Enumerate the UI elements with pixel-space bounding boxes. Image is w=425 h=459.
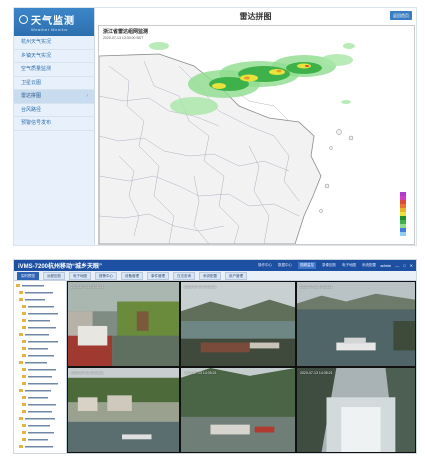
sidebar-item-warning[interactable]: 预警信号发布: [14, 117, 94, 131]
logo-subtitle: Weather Monitor: [31, 27, 68, 32]
camera-view-5[interactable]: 2020-07-13 14:35:21: [180, 367, 296, 453]
tab-event-mgmt[interactable]: 事件管理: [147, 271, 169, 280]
radar-main: 雷达拼图 返回首页 浙江省雷达组网监测 2020-07-13 13:30:00 …: [95, 8, 416, 245]
sidebar-item-air-quality[interactable]: 空气质量监测: [14, 63, 94, 77]
sidebar-item-label: 空气质量监测: [21, 66, 52, 72]
radar-map[interactable]: 浙江省雷达组网监测 2020-07-13 13:30:00 BST: [98, 25, 415, 245]
back-home-button[interactable]: 返回首页: [390, 11, 412, 20]
camera-grid: 2020-07-13 14:35:21 2020-07-13 14:35:21: [67, 281, 416, 453]
page-title: 雷达拼图: [239, 12, 272, 21]
camera-view-4[interactable]: 2020-07-13 14:35:21: [67, 367, 180, 453]
map-timestamp: 2020-07-13 13:30:00 BST: [103, 36, 144, 40]
tab-live-preview[interactable]: 实时预览: [17, 271, 39, 280]
sidebar-item-city-weather[interactable]: 杭州天气实况: [14, 36, 94, 50]
close-icon[interactable]: ✕: [410, 263, 413, 268]
app-title: iVMS-7200杭州移动“城乡天眼”: [18, 264, 103, 270]
map-title: 浙江省雷达组网监测: [103, 29, 149, 35]
sidebar-item-label: 乡镇天气实况: [21, 52, 52, 59]
radar-sidebar: 天气监测 Weather Monitor 杭州天气实况 乡镇天气实况 空气质量监…: [14, 8, 95, 245]
sidebar-item-radar[interactable]: 雷达拼图 ›: [14, 90, 94, 104]
maximize-icon[interactable]: □: [403, 263, 405, 268]
sidebar-item-satellite[interactable]: 卫星云图: [14, 77, 94, 90]
camera-feed-6: [297, 368, 415, 452]
camera-timestamp: 2020-07-13 14:35:21: [184, 371, 217, 375]
tab-log-query[interactable]: 日志查询: [173, 271, 195, 280]
tab-emap[interactable]: 电子地图: [69, 271, 91, 280]
tab-remote-playback[interactable]: 远程回放: [43, 271, 65, 280]
sidebar-item-label: 台风路径: [21, 106, 42, 113]
sidebar-item-label: 卫星云图: [21, 79, 42, 86]
radar-header: 雷达拼图 返回首页: [95, 8, 416, 25]
topnav-item-map[interactable]: 电子地图: [342, 263, 356, 268]
camera-feed-4: [68, 368, 179, 452]
tab-device-mgmt[interactable]: 设备管理: [121, 271, 143, 280]
camera-timestamp: 2020-07-13 14:35:21: [300, 371, 333, 375]
topnav-item-video[interactable]: 视频监控: [298, 262, 316, 269]
tab-user-mgmt[interactable]: 用户管理: [225, 271, 247, 280]
sidebar-item-label: 雷达拼图: [21, 93, 42, 99]
ivms-titlebar: iVMS-7200杭州移动“城乡天眼” 操作中心 数据中心 视频监控 录像回放 …: [14, 260, 416, 271]
logo-title: 天气监测: [31, 16, 75, 27]
camera-feed-2: [181, 282, 295, 366]
radar-map-canvas: [99, 26, 414, 244]
camera-timestamp: 2020-07-13 14:35:21: [71, 371, 104, 375]
user-menu[interactable]: admin: [380, 263, 391, 268]
tree-rows: [16, 284, 58, 448]
camera-feed-1: [68, 282, 179, 366]
app-logo[interactable]: 天气监测 Weather Monitor: [14, 8, 94, 36]
camera-view-6[interactable]: 2020-07-13 14:35:21: [296, 367, 416, 453]
device-tree-items: [16, 284, 58, 448]
tab-alarm-center[interactable]: 报警中心: [95, 271, 117, 280]
topnav-item-config[interactable]: 系统配置: [362, 263, 376, 268]
chevron-right-icon: ›: [86, 93, 88, 99]
ivms-toolbar: 实时预览 远程回放 电子地图 报警中心 设备管理 事件管理 日志查询 系统配置 …: [14, 271, 416, 281]
ivms-app-window: iVMS-7200杭州移动“城乡天眼” 操作中心 数据中心 视频监控 录像回放 …: [13, 259, 417, 454]
logo-icon: [19, 15, 28, 24]
camera-view-3[interactable]: 2020-07-13 14:35:21: [296, 281, 416, 367]
camera-view-2[interactable]: 2020-07-13 14:35:21: [180, 281, 296, 367]
tab-system-config[interactable]: 系统配置: [199, 271, 221, 280]
sidebar-item-label: 预警信号发布: [21, 120, 52, 126]
camera-timestamp: 2020-07-13 14:35:21: [71, 285, 104, 289]
device-tree[interactable]: [14, 281, 67, 453]
sidebar-item-typhoon[interactable]: 台风路径: [14, 104, 94, 117]
sidebar-item-label: 杭州天气实况: [21, 39, 52, 45]
topnav-item-playback[interactable]: 录像回放: [322, 263, 336, 268]
radar-color-legend: [400, 192, 406, 236]
camera-timestamp: 2020-07-13 14:35:21: [184, 285, 217, 289]
top-nav: 操作中心 数据中心 视频监控 录像回放 电子地图 系统配置: [258, 260, 382, 271]
topnav-item-data[interactable]: 数据中心: [278, 263, 292, 268]
minimize-icon[interactable]: —: [395, 263, 399, 268]
camera-feed-3: [297, 282, 415, 366]
window-controls: admin — □ ✕: [376, 260, 413, 271]
topnav-item-ops[interactable]: 操作中心: [258, 263, 272, 268]
camera-feed-5: [181, 368, 295, 452]
radar-app-window: 天气监测 Weather Monitor 杭州天气实况 乡镇天气实况 空气质量监…: [13, 7, 417, 246]
sidebar-item-town-weather[interactable]: 乡镇天气实况: [14, 50, 94, 63]
camera-timestamp: 2020-07-13 14:35:21: [300, 285, 333, 289]
camera-view-1[interactable]: 2020-07-13 14:35:21: [67, 281, 180, 367]
